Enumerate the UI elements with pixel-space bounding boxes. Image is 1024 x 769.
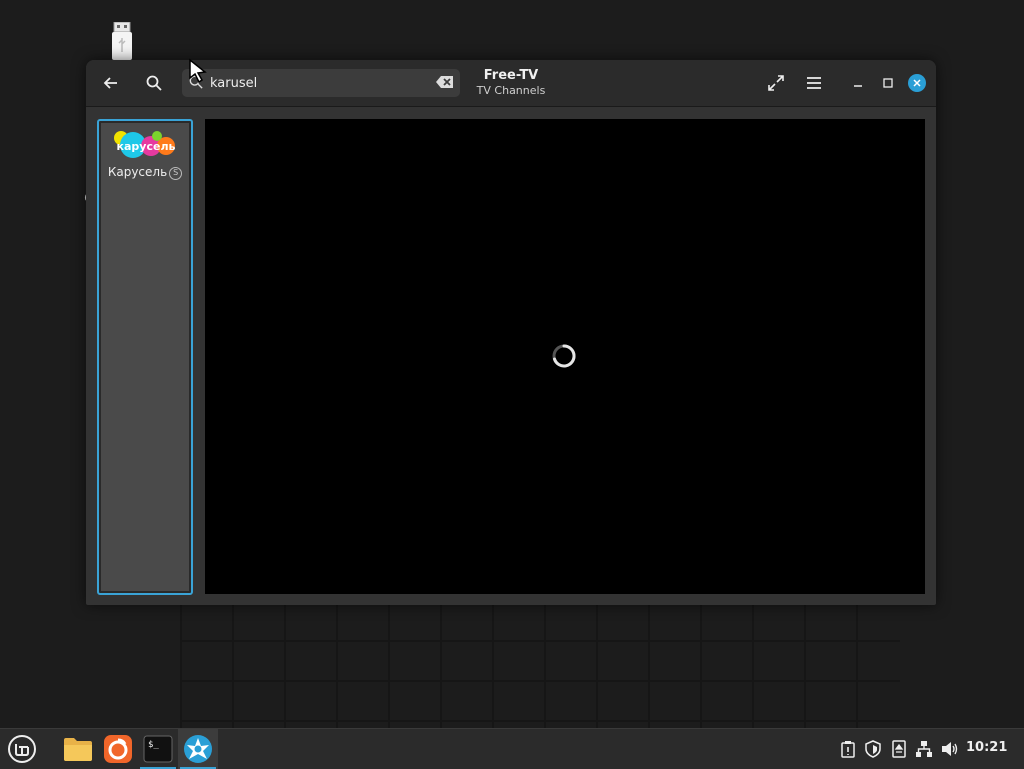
clipboard-alert-icon [841, 741, 855, 758]
free-tv-app-icon [184, 735, 212, 763]
search-icon [146, 75, 162, 91]
tray-notifications[interactable] [838, 739, 858, 759]
app-title: Free-TV [483, 68, 539, 83]
maximize-icon [883, 78, 893, 88]
maximize-button[interactable] [879, 74, 897, 92]
taskbar-free-tv[interactable] [178, 729, 218, 769]
search-input[interactable] [210, 73, 420, 93]
app-subtitle: TV Channels [476, 84, 546, 97]
mint-menu-icon [8, 735, 36, 763]
search-field[interactable] [182, 69, 460, 97]
network-icon [916, 741, 932, 757]
terminal-icon: $_ [143, 735, 173, 763]
wallpaper-pattern [180, 600, 900, 728]
taskbar-terminal[interactable]: $_ [138, 729, 178, 769]
hamburger-menu-icon [807, 77, 821, 89]
svg-text:карусель: карусель [117, 140, 176, 153]
channel-name: Карусель S [101, 165, 189, 180]
video-player[interactable] [205, 119, 925, 594]
tray-shield[interactable] [863, 739, 883, 759]
firefox-icon [104, 735, 132, 763]
free-tv-window: Free-TV TV Channels [86, 60, 936, 605]
minimize-icon [854, 85, 862, 87]
mouse-cursor-icon [189, 58, 207, 84]
tray-network[interactable] [914, 739, 934, 759]
minimize-button[interactable] [849, 74, 867, 92]
fullscreen-button[interactable] [759, 68, 793, 98]
main-menu-button[interactable] [797, 68, 831, 98]
close-button[interactable] [908, 74, 926, 92]
start-menu-button[interactable] [2, 729, 42, 769]
folder-icon [64, 738, 92, 761]
taskbar-firefox[interactable] [98, 729, 138, 769]
svg-text:$_: $_ [148, 740, 159, 750]
taskbar-files[interactable] [58, 729, 98, 769]
arrow-left-icon [103, 77, 117, 89]
tray-updates[interactable] [889, 739, 909, 759]
shield-icon [865, 740, 881, 758]
header-bar: Free-TV TV Channels [86, 60, 936, 107]
channel-item-karusel[interactable]: карусель Карусель S [101, 123, 189, 591]
karusel-logo: карусель [114, 131, 176, 158]
loading-spinner-icon [552, 344, 576, 368]
channel-list: карусель Карусель S [97, 119, 193, 595]
usb-drive-icon[interactable] [110, 22, 134, 60]
close-icon [913, 79, 921, 87]
search-toggle-button[interactable] [137, 68, 171, 98]
update-manager-icon [892, 740, 906, 758]
tray-volume[interactable] [940, 739, 960, 759]
clock[interactable]: 10:21 [966, 740, 1007, 755]
fullscreen-icon [768, 75, 784, 91]
taskbar: $_ 10:21 [0, 728, 1024, 769]
back-button[interactable] [94, 68, 128, 98]
channel-badge: S [169, 167, 183, 180]
volume-icon [942, 742, 958, 756]
window-title: Free-TV TV Channels [436, 68, 586, 98]
